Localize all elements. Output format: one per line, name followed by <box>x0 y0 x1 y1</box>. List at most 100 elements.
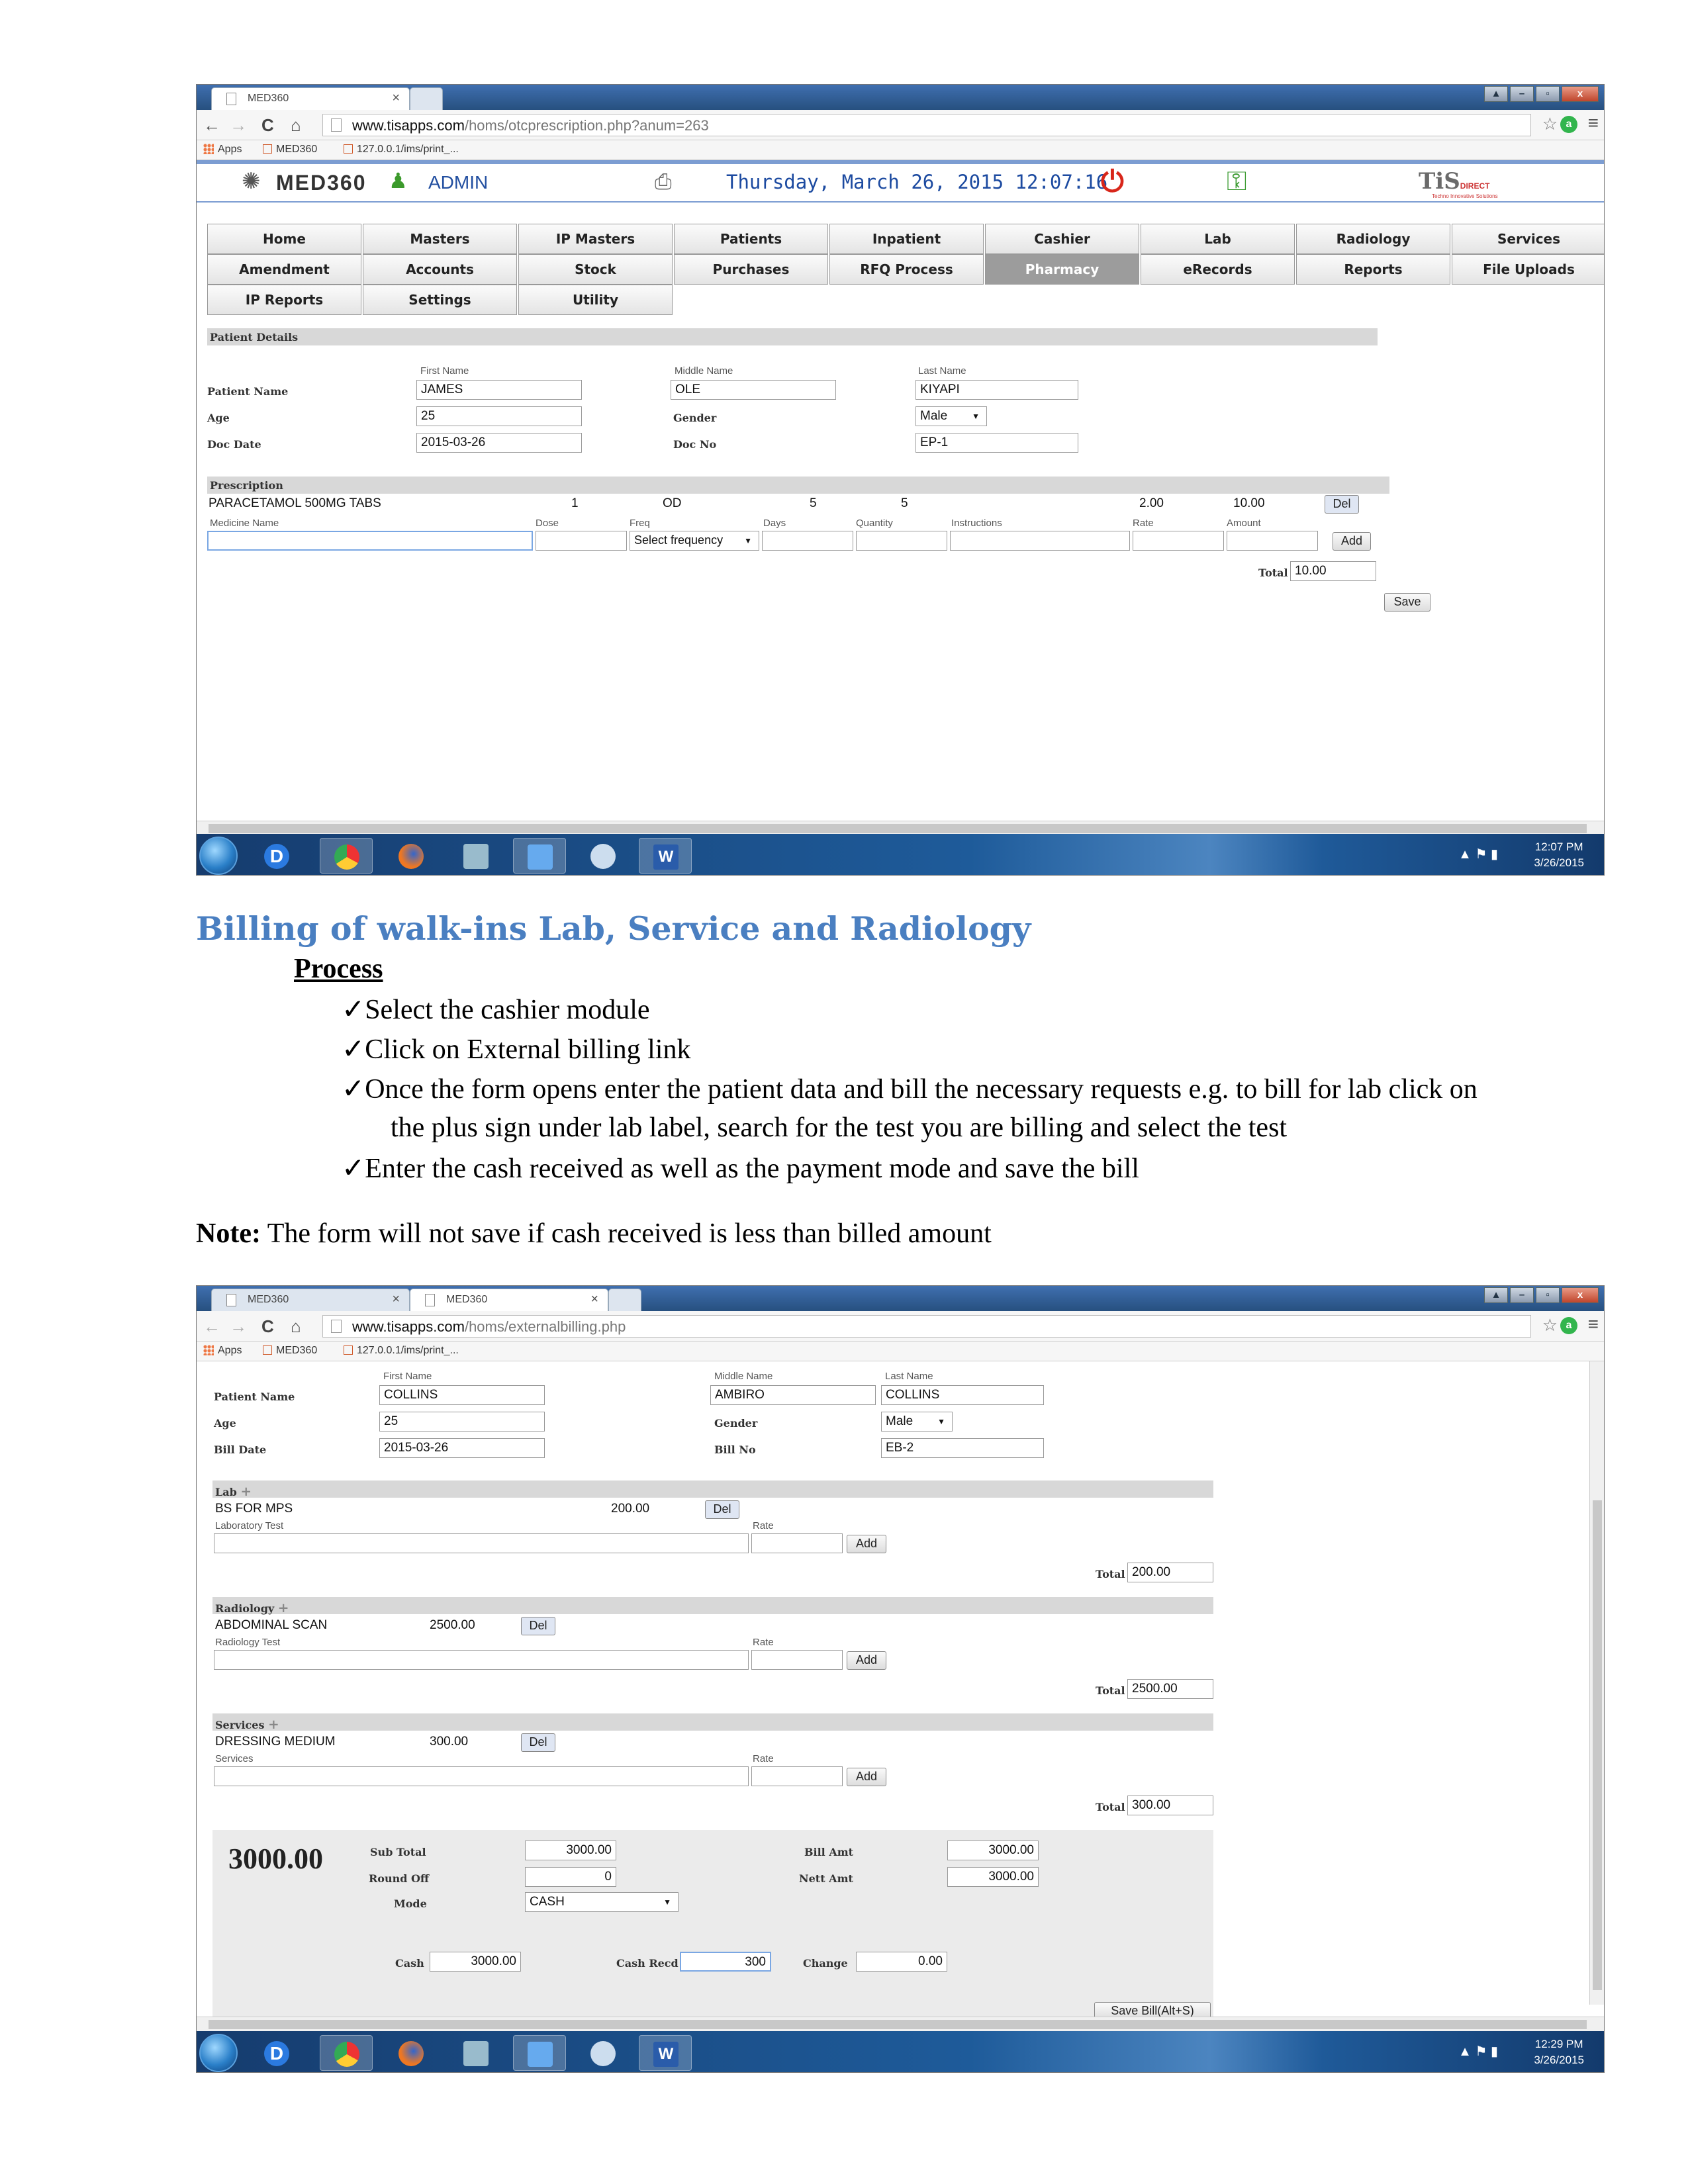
printer-icon[interactable]: ⎙ <box>655 169 672 195</box>
clock[interactable]: 12:29 PM 3/26/2015 <box>1534 2036 1584 2068</box>
menu-ip-masters[interactable]: IP Masters <box>518 224 673 254</box>
first-name-field[interactable]: JAMES <box>416 380 582 400</box>
close-window-icon[interactable]: x <box>1562 86 1599 102</box>
star-icon[interactable]: ☆ <box>1542 1315 1558 1336</box>
bookmark-med360[interactable]: MED360 <box>263 144 317 156</box>
taskbar-app-6[interactable] <box>577 2035 630 2071</box>
radiology-rate-input[interactable] <box>751 1650 843 1670</box>
start-button[interactable] <box>199 2034 238 2072</box>
taskbar-app-6[interactable] <box>577 838 630 874</box>
vertical-scrollbar[interactable] <box>1589 1361 1604 2005</box>
amount-input[interactable] <box>1227 531 1318 551</box>
taskbar-app-d[interactable]: D <box>255 2035 301 2071</box>
radiology-add-plus-icon[interactable]: + <box>278 1600 289 1615</box>
clock[interactable]: 12:07 PM 3/26/2015 <box>1534 839 1584 871</box>
extension-icon[interactable]: a <box>1560 1317 1577 1334</box>
scroll-thumb[interactable] <box>209 2020 1587 2029</box>
round-off-field[interactable]: 0 <box>525 1867 616 1887</box>
bookmark-print[interactable]: 127.0.0.1/ims/print_... <box>344 144 459 156</box>
lab-test-input[interactable] <box>214 1533 749 1553</box>
tray-icons[interactable]: ▲ ⚑ ▮ <box>1458 846 1498 862</box>
bookmark-print[interactable]: 127.0.0.1/ims/print_... <box>344 1345 459 1357</box>
taskbar-word[interactable]: W <box>639 2035 692 2071</box>
services-add-button[interactable]: Add <box>847 1768 886 1786</box>
age-field[interactable]: 25 <box>379 1412 545 1432</box>
quantity-input[interactable] <box>856 531 947 551</box>
bill-date-field[interactable]: 2015-03-26 <box>379 1438 545 1458</box>
menu-reports[interactable]: Reports <box>1296 254 1450 285</box>
lab-delete-button[interactable]: Del <box>705 1500 739 1519</box>
menu-file-uploads[interactable]: File Uploads <box>1452 254 1604 285</box>
taskbar-word[interactable]: W <box>639 838 692 874</box>
gender-select[interactable]: Male <box>881 1412 953 1432</box>
back-icon[interactable]: ← <box>203 1316 220 1337</box>
menu-radiology[interactable]: Radiology <box>1296 224 1450 254</box>
forward-icon[interactable]: → <box>230 1316 247 1337</box>
taskbar-chrome[interactable] <box>320 2035 373 2071</box>
bookmark-apps[interactable]: Apps <box>203 1345 242 1357</box>
middle-name-field[interactable]: OLE <box>671 380 836 400</box>
medicine-name-input[interactable] <box>207 531 533 551</box>
forward-icon[interactable]: → <box>230 115 247 136</box>
menu-amendment[interactable]: Amendment <box>207 254 361 285</box>
cash-received-input[interactable]: 300 <box>680 1952 771 1972</box>
user-icon[interactable]: ▲ <box>1484 1287 1508 1303</box>
rate-input[interactable] <box>1133 531 1224 551</box>
maximize-icon[interactable]: ▫ <box>1536 1287 1560 1303</box>
scroll-thumb[interactable] <box>209 824 1587 833</box>
close-tab-icon[interactable]: × <box>590 1292 598 1307</box>
last-name-field[interactable]: KIYAPI <box>915 380 1078 400</box>
services-rate-input[interactable] <box>751 1766 843 1786</box>
menu-icon[interactable]: ≡ <box>1588 113 1599 134</box>
lab-add-plus-icon[interactable]: + <box>240 1483 252 1499</box>
user-icon[interactable]: ▲ <box>1484 86 1508 102</box>
reload-icon[interactable]: C <box>261 115 274 136</box>
delete-button[interactable]: Del <box>1325 495 1359 514</box>
new-tab-button[interactable] <box>410 87 443 110</box>
menu-home[interactable]: Home <box>207 224 361 254</box>
middle-name-field[interactable]: AMBIRO <box>710 1385 876 1405</box>
menu-utility[interactable]: Utility <box>518 285 673 315</box>
frequency-select[interactable]: Select frequency <box>630 531 759 551</box>
scroll-thumb[interactable] <box>1593 1500 1602 1990</box>
browser-tab-1[interactable]: MED360 × <box>211 1289 410 1311</box>
gender-select[interactable]: Male <box>915 406 987 426</box>
browser-tab-2[interactable]: MED360 × <box>410 1289 608 1311</box>
new-tab-button[interactable] <box>608 1289 641 1311</box>
taskbar-firefox[interactable] <box>385 2035 438 2071</box>
menu-cashier[interactable]: Cashier <box>985 224 1139 254</box>
taskbar-app-5[interactable] <box>513 2035 566 2071</box>
close-tab-icon[interactable]: × <box>392 1292 400 1307</box>
home-icon[interactable]: ⌂ <box>291 1316 301 1337</box>
home-icon[interactable]: ⌂ <box>291 115 301 136</box>
menu-purchases[interactable]: Purchases <box>674 254 828 285</box>
last-name-field[interactable]: COLLINS <box>881 1385 1044 1405</box>
taskbar-app-4[interactable] <box>449 838 502 874</box>
age-field[interactable]: 25 <box>416 406 582 426</box>
horizontal-scrollbar[interactable] <box>197 2017 1604 2031</box>
bookmark-med360[interactable]: MED360 <box>263 1345 317 1357</box>
menu-inpatient[interactable]: Inpatient <box>829 224 984 254</box>
doc-no-field[interactable]: EP-1 <box>915 433 1078 453</box>
close-tab-icon[interactable]: × <box>392 91 400 106</box>
days-input[interactable] <box>762 531 853 551</box>
taskbar-app-5[interactable] <box>513 838 566 874</box>
star-icon[interactable]: ☆ <box>1542 114 1558 134</box>
lab-rate-input[interactable] <box>751 1533 843 1553</box>
taskbar-app-4[interactable] <box>449 2035 502 2071</box>
save-button[interactable]: Save <box>1384 593 1430 612</box>
reload-icon[interactable]: C <box>261 1316 274 1337</box>
tray-icons[interactable]: ▲ ⚑ ▮ <box>1458 2043 1498 2060</box>
close-window-icon[interactable]: x <box>1562 1287 1599 1303</box>
taskbar-firefox[interactable] <box>385 838 438 874</box>
lab-add-button[interactable]: Add <box>847 1535 886 1553</box>
taskbar-app-d[interactable]: D <box>255 838 301 874</box>
menu-masters[interactable]: Masters <box>363 224 517 254</box>
minimize-icon[interactable]: – <box>1510 1287 1534 1303</box>
services-input[interactable] <box>214 1766 749 1786</box>
url-input[interactable]: www.tisapps.com/homs/otcprescription.php… <box>322 114 1531 136</box>
radiology-test-input[interactable] <box>214 1650 749 1670</box>
services-delete-button[interactable]: Del <box>521 1733 555 1752</box>
menu-services[interactable]: Services <box>1452 224 1604 254</box>
bill-no-field[interactable]: EB-2 <box>881 1438 1044 1458</box>
